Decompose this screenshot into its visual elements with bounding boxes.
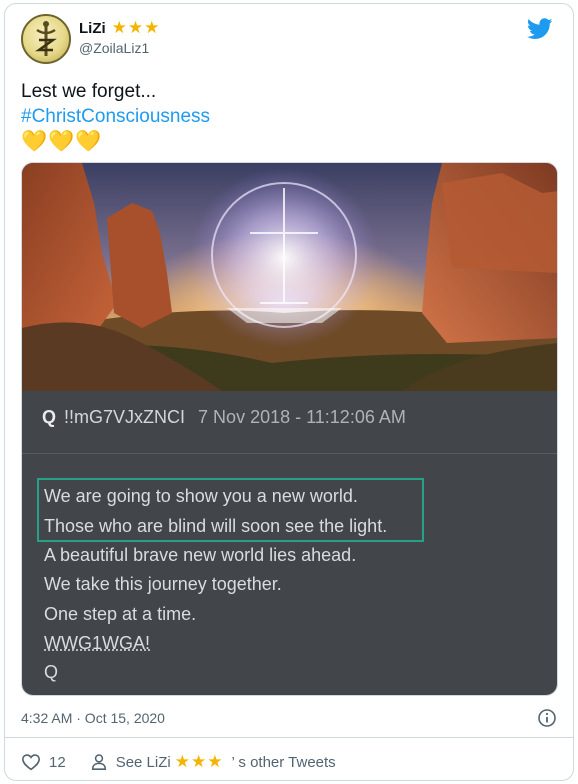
user-handle[interactable]: @ZoilaLiz1 [79,40,149,56]
q-post-line: A beautiful brave new world lies ahead. [44,545,357,565]
tweet-timestamp[interactable]: 4:32 AM · Oct 15, 2020 [21,710,165,726]
person-icon[interactable] [90,753,108,771]
user-name[interactable]: LiZi [79,20,106,37]
q-post-line: Those who are blind will soon see the li… [44,516,388,536]
q-post-line: WWG1WGA! [44,633,150,653]
info-icon[interactable] [537,708,557,728]
user-name-stars: ★★★ [111,18,161,37]
divider [22,453,557,454]
twitter-bird-icon[interactable] [527,18,553,40]
hashtag-link[interactable]: #ChristConsciousness [21,105,210,129]
divider [5,737,573,738]
q-post-date: 7 Nov 2018 - 11:12:06 AM [198,407,406,427]
avatar[interactable] [21,14,71,64]
like-count[interactable]: 12 [49,754,66,771]
other-tweets-label[interactable]: ’ s other Tweets [231,754,335,771]
see-other-tweets-link[interactable]: See LiZi [116,754,171,771]
tweet-actions: 12 See LiZi ★★★ ’ s other Tweets [21,752,336,772]
q-mark: Q [42,407,57,427]
tweet-media[interactable]: Q !!mG7VJxZNCI 7 Nov 2018 - 11:12:06 AM W… [21,162,558,696]
q-post-line: We are going to show you a new world. [44,486,358,506]
q-post-line: One step at a time. [44,604,197,624]
tweet-text-line: Lest we forget... [21,81,157,102]
heart-icon[interactable] [21,753,41,771]
yellow-hearts-emoji: 💛💛💛 [21,130,103,153]
canyon-light-image [22,163,557,391]
user-name-row[interactable]: LiZi ★★★ [79,18,160,38]
q-post-header: Q !!mG7VJxZNCI 7 Nov 2018 - 11:12:06 AM [42,407,406,428]
q-post-signature: Q [44,662,59,682]
q-post-panel: Q !!mG7VJxZNCI 7 Nov 2018 - 11:12:06 AM W… [22,391,557,695]
see-label-stars: ★★★ [174,752,224,771]
q-post-line: We take this journey together. [44,574,282,594]
q-tripcode: !!mG7VJxZNCI [64,407,186,427]
tweet-card: LiZi ★★★ @ZoilaLiz1 Lest we forget... #C… [4,3,574,781]
